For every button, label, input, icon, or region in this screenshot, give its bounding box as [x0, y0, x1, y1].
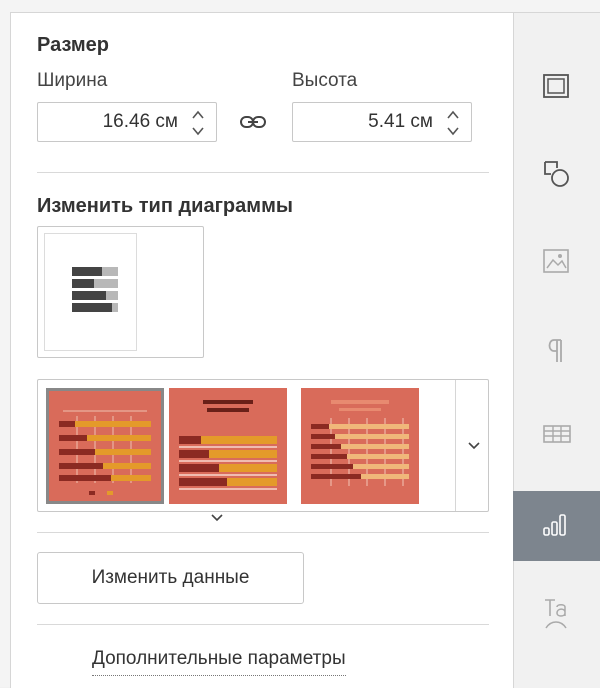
paragraph-settings-tab[interactable]	[527, 326, 585, 378]
height-value: 5.41 см	[368, 111, 433, 132]
image-settings-tab[interactable]	[527, 236, 585, 288]
link-proportions-icon[interactable]	[238, 111, 268, 133]
slide-settings-tab[interactable]	[527, 62, 585, 114]
chart-settings-icon	[543, 514, 566, 536]
slide-settings-icon	[543, 74, 569, 98]
size-heading: Размер	[37, 34, 110, 56]
table-settings-icon	[543, 425, 571, 443]
style-preview-image	[59, 410, 151, 495]
width-spinner[interactable]: 16.46 см	[37, 102, 217, 142]
chart-styles-gallery	[37, 379, 489, 512]
width-label: Ширина	[37, 70, 108, 91]
style-preview-image	[179, 400, 277, 490]
image-settings-icon	[543, 249, 569, 273]
chart-style-thumbnail[interactable]	[301, 388, 419, 504]
height-label: Высота	[292, 70, 358, 91]
change-data-button[interactable]: Изменить данные	[37, 552, 304, 604]
chevron-down-icon[interactable]	[467, 441, 481, 451]
height-spinner[interactable]: 5.41 см	[292, 102, 472, 142]
text-art-settings-tab[interactable]	[527, 584, 585, 636]
chart-style-thumbnail[interactable]	[169, 388, 287, 504]
shape-settings-tab[interactable]	[527, 148, 585, 200]
paragraph-settings-icon	[548, 339, 562, 362]
spinner-arrows-icon[interactable]	[188, 107, 208, 139]
style-preview-image	[311, 400, 409, 486]
table-settings-tab[interactable]	[527, 410, 585, 462]
chart-type-preview	[44, 233, 137, 351]
stacked-bar-chart-icon	[72, 267, 118, 312]
width-value: 16.46 см	[102, 111, 178, 132]
text-art-settings-icon	[545, 599, 567, 629]
chevron-down-icon[interactable]	[210, 513, 224, 523]
shape-settings-icon	[544, 161, 569, 187]
spinner-arrows-icon[interactable]	[443, 107, 463, 139]
advanced-settings-link[interactable]: Дополнительные параметры	[92, 648, 346, 676]
divider	[37, 532, 489, 533]
chart-style-thumbnail[interactable]	[46, 388, 164, 504]
chart-settings-tab[interactable]	[527, 500, 585, 552]
divider	[37, 172, 489, 173]
chart-type-dropdown[interactable]	[37, 226, 223, 522]
change-chart-type-heading: Изменить тип диаграммы	[37, 195, 293, 217]
divider	[37, 624, 489, 625]
gallery-divider	[455, 380, 456, 511]
